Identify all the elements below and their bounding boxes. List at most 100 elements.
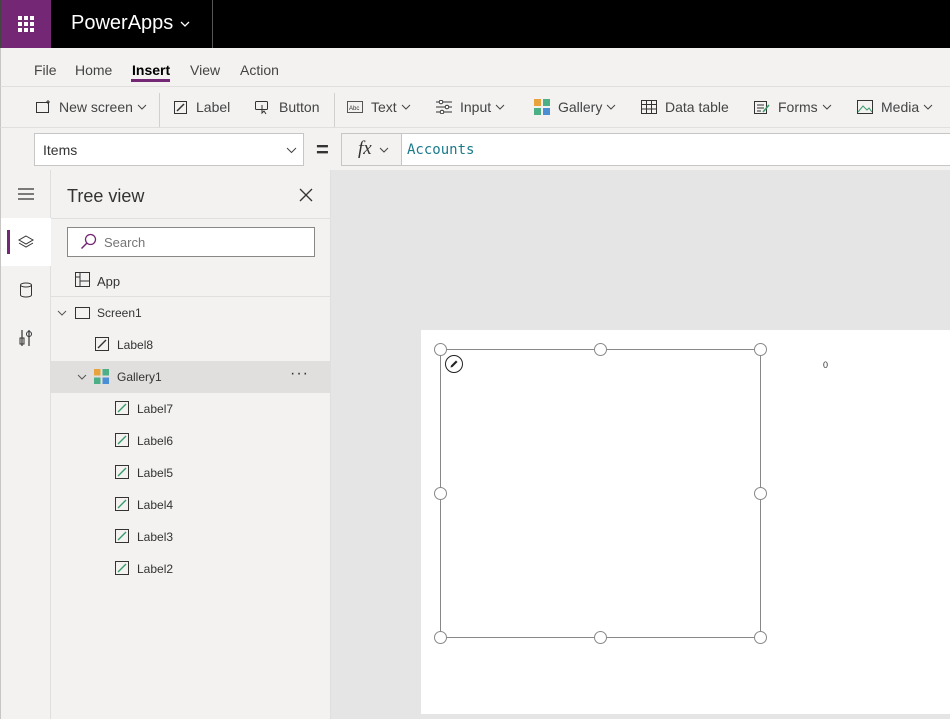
forms-menu-label: Forms <box>778 99 818 115</box>
hamburger-menu-button[interactable] <box>1 170 51 218</box>
tree-search-input[interactable] <box>67 227 315 257</box>
label-icon <box>115 529 129 543</box>
tree-item-label8[interactable]: Label8 <box>51 329 331 361</box>
label-icon <box>115 465 129 479</box>
tree-item-app[interactable]: App <box>51 265 331 297</box>
text-menu-button[interactable]: Abc Text <box>347 97 419 117</box>
menu-action[interactable]: Action <box>240 62 279 78</box>
tools-icon <box>19 330 32 346</box>
gallery-menu-button[interactable]: Gallery <box>534 97 624 117</box>
waffle-icon <box>18 16 34 32</box>
tree-item-gallery1[interactable]: Gallery1 ··· <box>51 361 331 393</box>
chevron-down-icon <box>607 104 616 110</box>
input-icon <box>436 100 452 114</box>
media-menu-button[interactable]: Media <box>857 97 941 117</box>
advanced-tools-rail-button[interactable] <box>1 314 51 362</box>
panel-divider <box>51 218 331 219</box>
chevron-down-icon <box>822 104 832 110</box>
tree-item-label5[interactable]: Label5 <box>51 457 331 489</box>
label-icon <box>115 497 129 511</box>
text-menu-label: Text <box>371 99 397 115</box>
input-menu-label: Input <box>460 99 492 115</box>
chevron-down-icon[interactable] <box>57 308 67 318</box>
tree-item-label7-label: Label7 <box>137 402 174 416</box>
data-table-button[interactable]: Data table <box>641 97 729 117</box>
app-icon <box>75 272 90 287</box>
gallery-icon <box>534 99 550 115</box>
left-rail <box>0 170 51 719</box>
media-icon <box>857 100 873 114</box>
menu-file[interactable]: File <box>34 62 57 78</box>
new-screen-label: New screen <box>59 99 133 115</box>
tree-item-label2[interactable]: Label2 <box>51 553 331 585</box>
active-tab-indicator <box>131 79 170 82</box>
app-name[interactable]: PowerApps <box>71 12 173 35</box>
database-icon <box>20 282 32 298</box>
label-icon <box>115 433 129 447</box>
data-rail-button[interactable] <box>1 266 51 314</box>
menu-home[interactable]: Home <box>75 62 112 78</box>
tree-item-label7[interactable]: Label7 <box>51 393 331 425</box>
close-icon[interactable] <box>297 186 315 204</box>
resize-handle-bottom[interactable] <box>594 631 607 644</box>
resize-handle-bottom-left[interactable] <box>434 631 447 644</box>
chevron-down-icon[interactable] <box>77 372 87 382</box>
tree-item-screen1[interactable]: Screen1 <box>51 297 331 329</box>
tree-item-screen1-label: Screen1 <box>97 306 142 320</box>
forms-icon <box>754 101 770 114</box>
chevron-down-icon <box>923 104 933 110</box>
data-table-icon <box>641 100 657 114</box>
property-value: Items <box>43 142 78 158</box>
tree-item-label6[interactable]: Label6 <box>51 425 331 457</box>
menu-view[interactable]: View <box>190 62 220 78</box>
gallery-icon <box>94 369 109 384</box>
gallery1-control[interactable] <box>440 349 761 638</box>
forms-menu-button[interactable]: Forms <box>754 97 840 117</box>
label-button[interactable]: Label <box>173 97 230 117</box>
fx-icon: fx <box>358 138 372 159</box>
data-table-label: Data table <box>665 99 729 115</box>
tree-view-title: Tree view <box>67 186 145 206</box>
input-menu-button[interactable]: Input <box>436 97 513 117</box>
formula-input[interactable]: Accounts <box>401 133 950 166</box>
tree-item-label4-label: Label4 <box>137 498 174 512</box>
tree-item-label3[interactable]: Label3 <box>51 521 331 553</box>
screen1-canvas[interactable]: 0 <box>421 330 950 714</box>
resize-handle-top[interactable] <box>594 343 607 356</box>
layers-icon <box>18 235 34 248</box>
resize-handle-top-right[interactable] <box>754 343 767 356</box>
pencil-icon <box>450 360 458 368</box>
chevron-down-icon <box>495 104 505 110</box>
chevron-down-icon[interactable] <box>179 18 191 30</box>
resize-handle-bottom-right[interactable] <box>754 631 767 644</box>
search-icon <box>80 233 97 250</box>
app-launcher-button[interactable] <box>1 0 51 48</box>
tree-item-gallery1-label: Gallery1 <box>117 370 162 384</box>
tree-item-label5-label: Label5 <box>137 466 174 480</box>
resize-handle-right[interactable] <box>754 487 767 500</box>
tree-view-panel: Tree view App Screen1 Label8 Gallery1 ··… <box>51 170 331 719</box>
resize-handle-top-left[interactable] <box>434 343 447 356</box>
tree-item-label4[interactable]: Label4 <box>51 489 331 521</box>
media-menu-label: Media <box>881 99 920 115</box>
more-options-icon[interactable]: ··· <box>290 365 309 383</box>
label8-control[interactable]: 0 <box>823 360 828 370</box>
edit-template-button[interactable] <box>445 355 463 373</box>
chevron-down-icon <box>137 104 147 110</box>
tree-item-app-label: App <box>97 274 121 289</box>
chevron-down-icon <box>401 104 411 110</box>
new-screen-button[interactable]: New screen <box>35 97 155 117</box>
label-icon <box>115 401 129 415</box>
resize-handle-left[interactable] <box>434 487 447 500</box>
toolbar-divider <box>334 93 335 129</box>
fx-button[interactable]: fx <box>341 133 402 166</box>
button-icon <box>255 101 268 115</box>
button-button[interactable]: Button <box>254 97 319 117</box>
button-button-label: Button <box>279 99 320 115</box>
new-screen-icon <box>36 100 50 113</box>
gallery-menu-label: Gallery <box>558 99 603 115</box>
property-dropdown[interactable]: Items <box>34 133 304 166</box>
design-canvas[interactable]: 0 <box>331 170 950 719</box>
menu-insert[interactable]: Insert <box>132 62 170 78</box>
formula-bar: Items = fx Accounts <box>0 127 950 170</box>
